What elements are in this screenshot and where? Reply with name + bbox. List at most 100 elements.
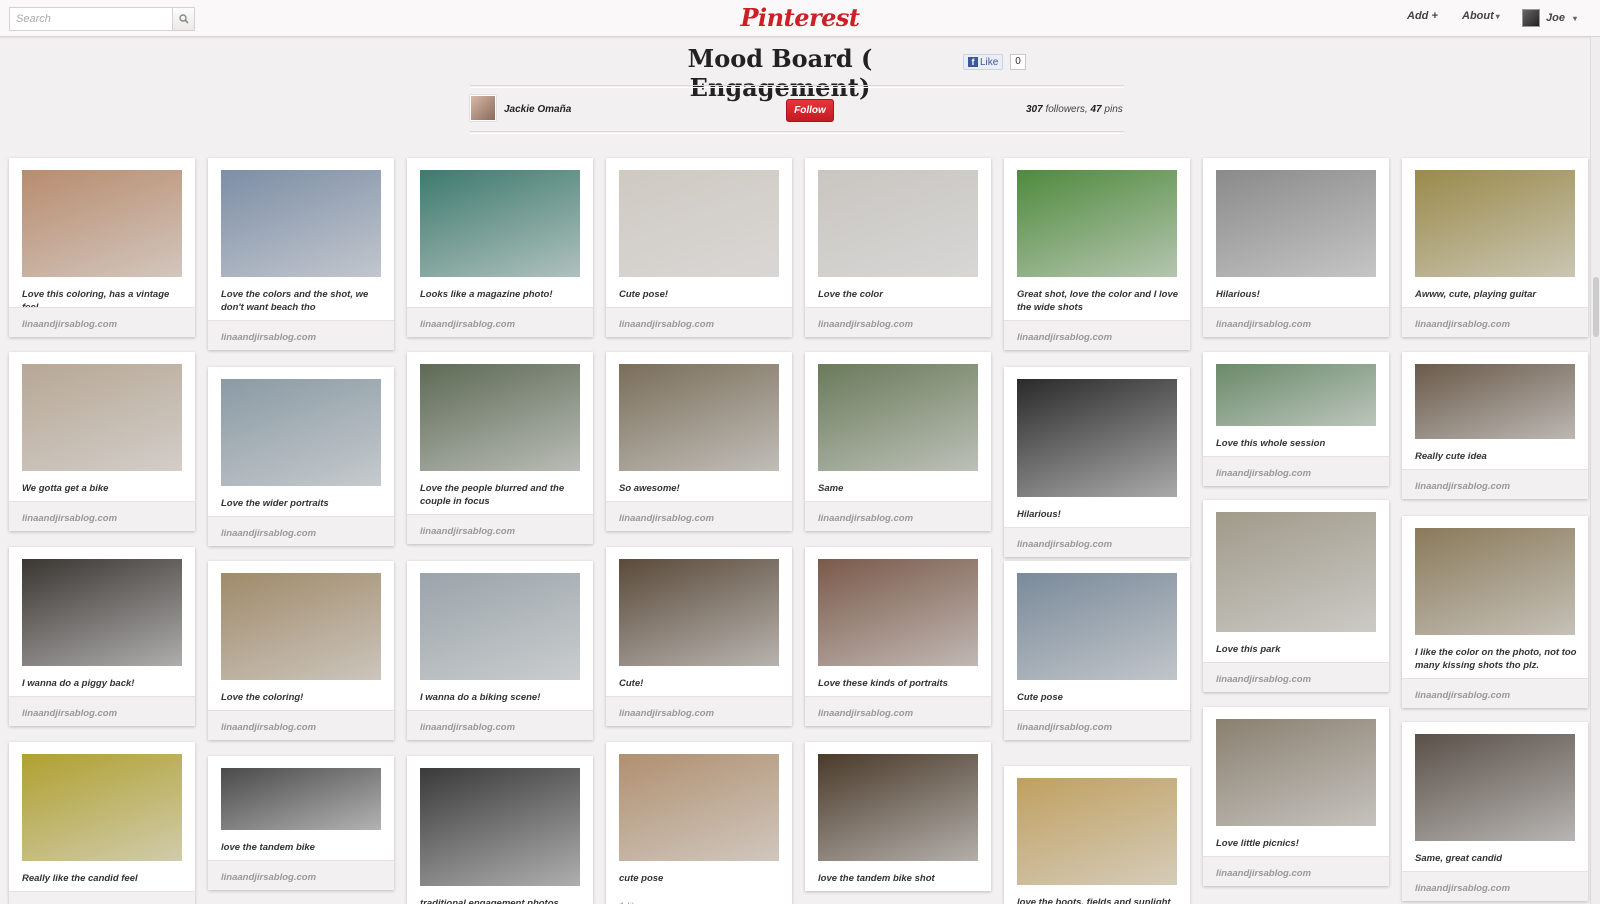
pin-source-link[interactable]: linaandjirsablog.com [221,332,316,343]
pin-source-link[interactable]: linaandjirsablog.com [619,513,714,524]
pin-source-link[interactable]: linaandjirsablog.com [1216,319,1311,330]
about-menu[interactable]: About ▾ [1462,10,1500,22]
pin-card[interactable]: love the tandem bike linaandjirsablog.com [208,756,394,890]
pin-card[interactable]: love the boots, fields and sunlight of [1004,766,1190,904]
pin-image[interactable] [22,754,182,861]
pin-source-link[interactable]: linaandjirsablog.com [1415,319,1510,330]
facebook-like-button[interactable]: f Like [963,54,1004,70]
pin-image[interactable] [1017,379,1177,497]
pin-image[interactable] [818,559,978,666]
pin-card[interactable]: Love this park linaandjirsablog.com [1203,500,1389,692]
pin-source-link[interactable]: linaandjirsablog.com [1415,481,1510,492]
pin-card[interactable]: Cute pose linaandjirsablog.com [1004,561,1190,740]
pin-source-link[interactable]: linaandjirsablog.com [818,708,913,719]
pin-card[interactable]: cute pose1 like [606,742,792,904]
pin-card[interactable]: Love the color linaandjirsablog.com [805,158,991,337]
pin-image[interactable] [818,364,978,471]
pin-image[interactable] [420,364,580,471]
page-scrollbar[interactable] [1590,37,1600,904]
pin-source-link[interactable]: linaandjirsablog.com [1017,539,1112,550]
pin-source-link[interactable]: linaandjirsablog.com [1017,332,1112,343]
pin-source-link[interactable]: linaandjirsablog.com [1216,468,1311,479]
pin-card[interactable]: Love this coloring, has a vintage feelli… [9,158,195,337]
pin-card[interactable]: Cute pose! linaandjirsablog.com [606,158,792,337]
pin-image[interactable] [619,559,779,666]
pin-image[interactable] [1415,734,1575,841]
pin-card[interactable]: Hilarious! linaandjirsablog.com [1203,158,1389,337]
pin-image[interactable] [22,364,182,471]
pin-image[interactable] [221,573,381,680]
pin-image[interactable] [818,170,978,277]
pin-image[interactable] [221,379,381,486]
pin-card[interactable]: Same linaandjirsablog.com [805,352,991,531]
pin-card[interactable]: Love little picnics! linaandjirsablog.com [1203,707,1389,886]
pin-image[interactable] [619,754,779,861]
search-button[interactable] [172,7,195,31]
user-menu[interactable]: Joe ▾ [1522,9,1577,27]
pin-source-link[interactable]: linaandjirsablog.com [1216,868,1311,879]
pin-image[interactable] [1017,170,1177,277]
search-input[interactable] [9,7,172,31]
pin-source-link[interactable]: linaandjirsablog.com [420,319,515,330]
pin-card[interactable]: I wanna do a biking scene! linaandjirsabl… [407,561,593,740]
pin-source-link[interactable]: linaandjirsablog.com [619,319,714,330]
pin-image[interactable] [420,573,580,680]
pin-image[interactable] [22,559,182,666]
pin-source-link[interactable]: linaandjirsablog.com [1415,690,1510,701]
pin-card[interactable]: I wanna do a piggy back! linaandjirsablog… [9,547,195,726]
pin-image[interactable] [1216,512,1376,632]
pin-image[interactable] [1415,528,1575,635]
pin-card[interactable]: Love the people blurred and the couple i… [407,352,593,544]
pin-card[interactable]: Love the wider portraits linaandjirsablog… [208,367,394,546]
pin-image[interactable] [818,754,978,861]
pin-source-link[interactable]: linaandjirsablog.com [221,872,316,883]
pin-source-link[interactable]: linaandjirsablog.com [1216,674,1311,685]
pin-image[interactable] [619,364,779,471]
follow-button[interactable]: Follow [786,99,834,122]
pin-image[interactable] [1017,573,1177,680]
pin-source-link[interactable]: linaandjirsablog.com [420,526,515,537]
scrollbar-thumb[interactable] [1593,277,1599,337]
avatar[interactable] [470,95,496,121]
pin-image[interactable] [22,170,182,277]
pin-source-link[interactable]: linaandjirsablog.com [22,708,117,719]
pin-card[interactable]: Love the coloring! linaandjirsablog.com [208,561,394,740]
pin-card[interactable]: Really cute idea linaandjirsablog.com [1402,352,1588,499]
pin-card[interactable]: I like the color on the photo, not too m… [1402,516,1588,708]
pin-image[interactable] [420,768,580,886]
pin-card[interactable]: Really like the candid feel linaandjirsab… [9,742,195,904]
pin-card[interactable]: Love the colors and the shot, we don't w… [208,158,394,350]
pin-card[interactable]: We gotta get a bike linaandjirsablog.com [9,352,195,531]
pinterest-logo[interactable]: Pinterest [740,3,860,33]
pin-card[interactable]: So awesome! linaandjirsablog.com [606,352,792,531]
pin-image[interactable] [1017,778,1177,885]
pin-source-link[interactable]: linaandjirsablog.com [221,722,316,733]
pin-image[interactable] [1415,170,1575,277]
pin-card[interactable]: Love these kinds of portraits linaandjirs… [805,547,991,726]
pin-image[interactable] [1216,170,1376,277]
pin-image[interactable] [420,170,580,277]
pin-source-link[interactable]: linaandjirsablog.com [818,513,913,524]
pin-image[interactable] [1415,364,1575,439]
pin-source-link[interactable]: linaandjirsablog.com [619,708,714,719]
pin-card[interactable]: Looks like a magazine photo! linaandjirsa… [407,158,593,337]
pin-card[interactable]: Cute! linaandjirsablog.com [606,547,792,726]
pin-image[interactable] [1216,364,1376,426]
pin-card[interactable]: Awww, cute, playing guitar linaandjirsabl… [1402,158,1588,337]
pin-source-link[interactable]: linaandjirsablog.com [22,513,117,524]
add-menu[interactable]: Add + [1407,10,1438,22]
pin-source-link[interactable]: linaandjirsablog.com [22,319,117,330]
pin-card[interactable]: Great shot, love the color and I love th… [1004,158,1190,350]
pin-card[interactable]: Hilarious! linaandjirsablog.com [1004,367,1190,557]
pin-source-link[interactable]: linaandjirsablog.com [1415,883,1510,894]
pin-source-link[interactable]: linaandjirsablog.com [818,319,913,330]
pin-source-link[interactable]: linaandjirsablog.com [221,528,316,539]
pin-source-link[interactable]: linaandjirsablog.com [420,722,515,733]
pin-card[interactable]: Same, great candid linaandjirsablog.com [1402,722,1588,901]
board-owner-name[interactable]: Jackie Omaña [504,104,571,115]
pin-card[interactable]: love the tandem bike shot [805,742,991,891]
pin-image[interactable] [221,170,381,277]
pin-image[interactable] [619,170,779,277]
pin-image[interactable] [1216,719,1376,826]
pin-image[interactable] [221,768,381,830]
